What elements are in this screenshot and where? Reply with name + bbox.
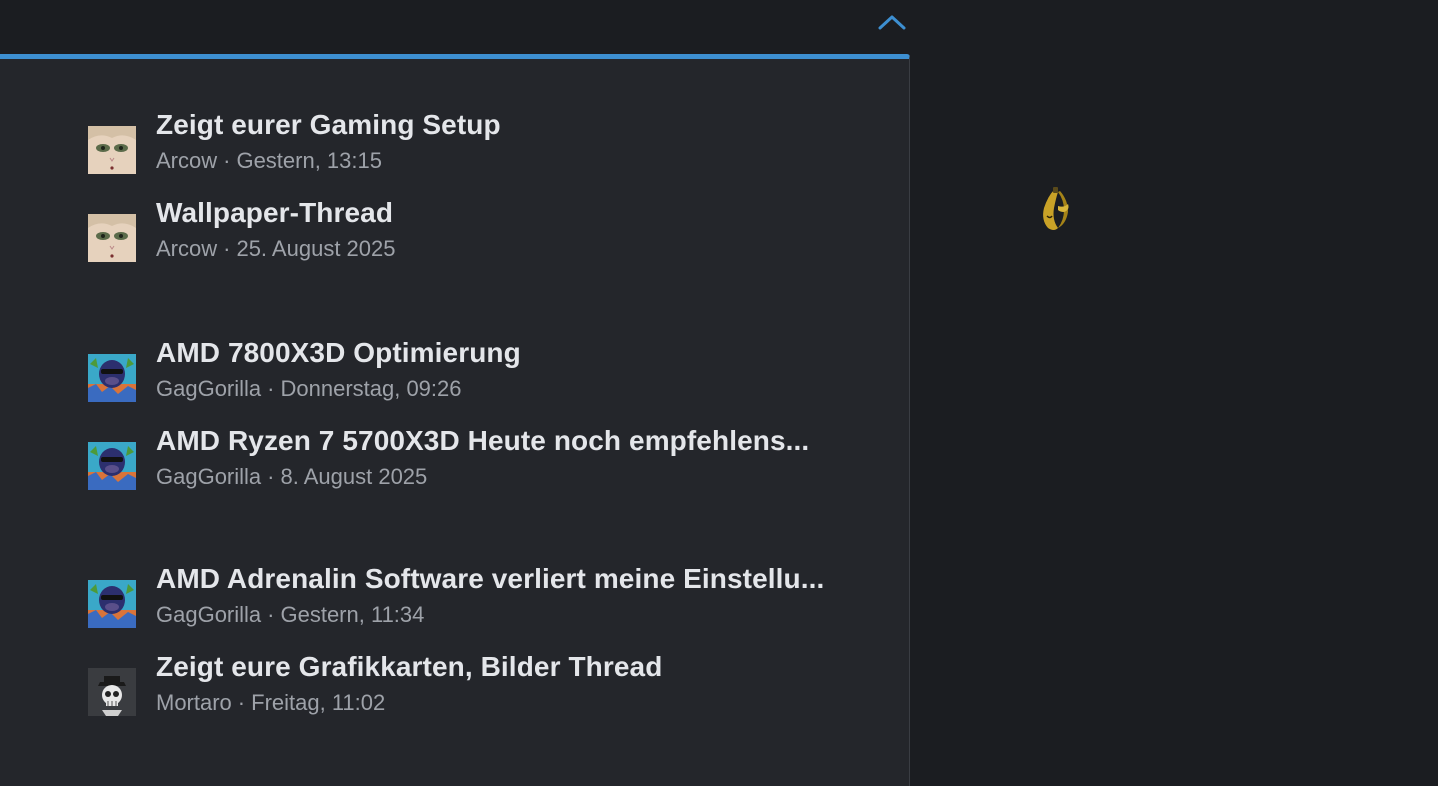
- thread-item[interactable]: AMD Adrenalin Software verliert meine Ei…: [88, 563, 888, 652]
- thread-date: Freitag, 11:02: [251, 690, 386, 715]
- anime-avatar[interactable]: [88, 214, 136, 262]
- gorilla-avatar[interactable]: [88, 354, 136, 402]
- meta-separator: ·: [223, 236, 231, 261]
- anime-avatar[interactable]: [88, 126, 136, 174]
- thread-item[interactable]: AMD 7800X3D Optimierung GagGorilla · Donne…: [88, 337, 888, 426]
- thread-author[interactable]: GagGorilla: [156, 464, 261, 489]
- meta-separator: ·: [223, 148, 231, 173]
- thread-meta: GagGorilla · 8. August 2025: [156, 464, 427, 490]
- thread-meta: Mortaro · Freitag, 11:02: [156, 690, 385, 716]
- thread-meta: Arcow · 25. August 2025: [156, 236, 395, 262]
- thread-date: 8. August 2025: [280, 464, 428, 489]
- thread-meta: GagGorilla · Donnerstag, 09:26: [156, 376, 462, 402]
- thread-meta: Arcow · Gestern, 13:15: [156, 148, 382, 174]
- thread-meta: GagGorilla · Gestern, 11:34: [156, 602, 424, 628]
- meta-separator: ·: [267, 464, 275, 489]
- panel-header: [0, 0, 912, 54]
- gorilla-avatar[interactable]: [88, 442, 136, 490]
- meta-separator: ·: [267, 602, 275, 627]
- meta-separator: ·: [267, 376, 275, 401]
- thread-author[interactable]: Arcow: [156, 148, 217, 173]
- thread-date: Gestern, 11:34: [280, 602, 425, 627]
- thread-date: 25. August 2025: [236, 236, 396, 261]
- skull-avatar[interactable]: [88, 668, 136, 716]
- thread-list-panel: Zeigt eurer Gaming Setup Arcow · Gestern, …: [0, 54, 910, 786]
- gorilla-avatar[interactable]: [88, 580, 136, 628]
- thread-author[interactable]: GagGorilla: [156, 602, 261, 627]
- thread-title[interactable]: Wallpaper-Thread: [156, 196, 876, 230]
- thread-date: Gestern, 13:15: [236, 148, 382, 173]
- thread-item[interactable]: Wallpaper-Thread Arcow · 25. August 2025: [88, 197, 888, 286]
- thread-item[interactable]: Zeigt eurer Gaming Setup Arcow · Gestern, …: [88, 109, 888, 198]
- thread-title[interactable]: AMD Adrenalin Software verliert meine Ei…: [156, 562, 876, 596]
- thread-item[interactable]: AMD Ryzen 7 5700X3D Heute noch empfehlen…: [88, 425, 888, 514]
- thread-title[interactable]: Zeigt eurer Gaming Setup: [156, 108, 876, 142]
- collapse-button[interactable]: [874, 8, 910, 36]
- thread-author[interactable]: Mortaro: [156, 690, 232, 715]
- thread-title[interactable]: Zeigt eure Grafikkarten, Bilder Thread: [156, 650, 876, 684]
- banana-icon: [1034, 186, 1074, 234]
- thread-date: Donnerstag, 09:26: [280, 376, 462, 401]
- thread-author[interactable]: Arcow: [156, 236, 217, 261]
- thread-item[interactable]: Zeigt eure Grafikkarten, Bilder Thread M…: [88, 651, 888, 740]
- chevron-up-icon: [878, 15, 906, 30]
- thread-title[interactable]: AMD 7800X3D Optimierung: [156, 336, 876, 370]
- thread-title[interactable]: AMD Ryzen 7 5700X3D Heute noch empfehlen…: [156, 424, 876, 458]
- meta-separator: ·: [237, 690, 246, 715]
- thread-author[interactable]: GagGorilla: [156, 376, 261, 401]
